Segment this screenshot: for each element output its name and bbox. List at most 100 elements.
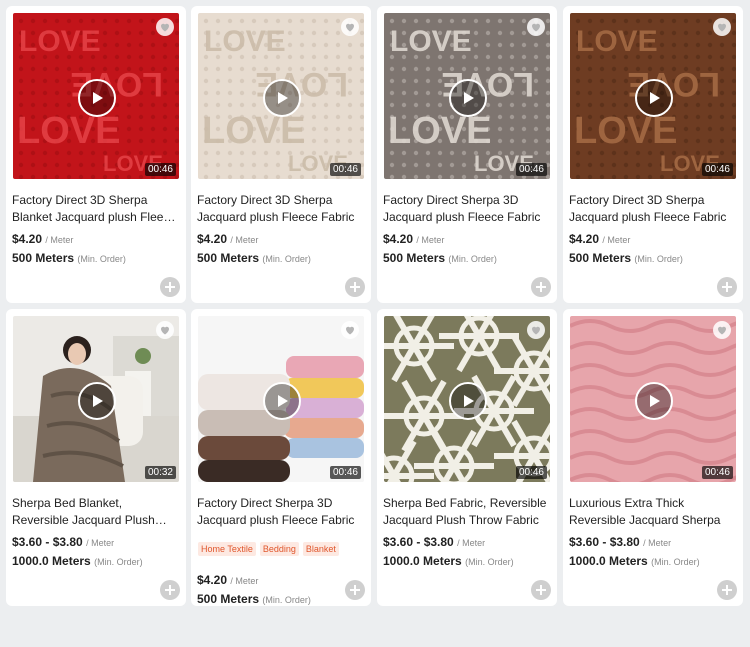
play-icon[interactable] xyxy=(78,382,116,420)
svg-text:LOVE: LOVE xyxy=(19,25,101,58)
moq-value: 1000.0 Meters xyxy=(12,554,91,568)
product-card[interactable]: 00:46 Luxurious Extra Thick Reversible J… xyxy=(563,309,743,606)
moq-unit: (Min. Order) xyxy=(465,557,514,567)
product-grid: LOVE LOVE LOVE LOVE 00:46 Factory Direct… xyxy=(0,0,750,647)
product-price: $4.20 / Meter xyxy=(383,232,444,246)
plus-icon[interactable] xyxy=(345,277,365,297)
heart-icon[interactable] xyxy=(527,18,545,36)
svg-text:LOVE: LOVE xyxy=(576,25,658,58)
product-title[interactable]: Factory Direct Sherpa 3D Jacquard plush … xyxy=(197,495,365,529)
product-title[interactable]: Factory Direct 3D Sherpa Jacquard plush … xyxy=(569,192,737,226)
moq-value: 1000.0 Meters xyxy=(383,554,462,568)
heart-icon[interactable] xyxy=(156,18,174,36)
play-icon[interactable] xyxy=(78,79,116,117)
product-video-thumbnail[interactable]: 00:46 xyxy=(198,316,364,482)
plus-icon[interactable] xyxy=(160,277,180,297)
moq-unit: (Min. Order) xyxy=(262,595,311,605)
play-icon[interactable] xyxy=(449,382,487,420)
product-title[interactable]: Factory Direct Sherpa 3D Jacquard plush … xyxy=(383,192,551,226)
price-unit: / Meter xyxy=(602,235,631,245)
video-duration: 00:46 xyxy=(515,163,547,176)
plus-icon[interactable] xyxy=(345,580,365,600)
product-video-thumbnail[interactable]: 00:46 xyxy=(570,316,736,482)
plus-icon[interactable] xyxy=(531,580,551,600)
minimum-order: 1000.0 Meters (Min. Order) xyxy=(12,554,143,568)
heart-icon[interactable] xyxy=(527,321,545,339)
product-card[interactable]: LOVE LOVE LOVE LOVE 00:46 Factory Direct… xyxy=(6,6,186,303)
price-unit: / Meter xyxy=(45,235,74,245)
product-title[interactable]: Luxurious Extra Thick Reversible Jacquar… xyxy=(569,495,737,529)
svg-text:LOVE: LOVE xyxy=(574,110,677,152)
svg-text:LOVE: LOVE xyxy=(202,110,305,152)
product-card[interactable]: LOVE LOVE LOVE LOVE 00:46 Factory Direct… xyxy=(377,6,557,303)
video-duration: 00:46 xyxy=(515,466,547,479)
plus-icon[interactable] xyxy=(717,580,737,600)
product-title[interactable]: Factory Direct 3D Sherpa Blanket Jacquar… xyxy=(12,192,180,226)
svg-text:LOVE: LOVE xyxy=(204,25,286,58)
play-icon[interactable] xyxy=(263,382,301,420)
play-icon[interactable] xyxy=(635,382,673,420)
moq-value: 500 Meters xyxy=(197,592,260,606)
plus-icon[interactable] xyxy=(531,277,551,297)
product-video-thumbnail[interactable]: LOVE LOVE LOVE LOVE 00:46 xyxy=(198,13,364,179)
moq-value: 500 Meters xyxy=(12,251,75,265)
product-title[interactable]: Sherpa Bed Blanket, Reversible Jacquard … xyxy=(12,495,180,529)
product-price: $4.20 / Meter xyxy=(197,232,258,246)
heart-icon[interactable] xyxy=(156,321,174,339)
category-tag[interactable]: Home Textile xyxy=(198,542,256,556)
price-value: $4.20 xyxy=(569,232,600,246)
product-video-thumbnail[interactable]: LOVE LOVE LOVE LOVE 00:46 xyxy=(13,13,179,179)
moq-unit: (Min. Order) xyxy=(77,254,126,264)
moq-unit: (Min. Order) xyxy=(94,557,143,567)
category-tag[interactable]: Bedding xyxy=(259,542,299,556)
plus-icon[interactable] xyxy=(717,277,737,297)
product-video-thumbnail[interactable]: LOVE LOVE LOVE LOVE 00:46 xyxy=(384,13,550,179)
product-price: $4.20 / Meter xyxy=(12,232,73,246)
product-card[interactable]: LOVE LOVE LOVE LOVE 00:46 Factory Direct… xyxy=(563,6,743,303)
product-price: $3.60 - $3.80 / Meter xyxy=(12,535,114,549)
product-price: $4.20 / Meter xyxy=(569,232,630,246)
svg-text:LOVE: LOVE xyxy=(390,25,472,58)
moq-unit: (Min. Order) xyxy=(262,254,311,264)
product-title[interactable]: Factory Direct 3D Sherpa Jacquard plush … xyxy=(197,192,365,226)
play-icon[interactable] xyxy=(449,79,487,117)
tag-list: Home Textile Bedding Blanket xyxy=(198,542,339,556)
category-tag[interactable]: Blanket xyxy=(302,542,339,556)
video-duration: 00:46 xyxy=(701,163,733,176)
product-video-thumbnail[interactable]: 00:46 xyxy=(384,316,550,482)
price-value: $4.20 xyxy=(197,573,228,587)
product-card[interactable]: 00:46 Factory Direct Sherpa 3D Jacquard … xyxy=(191,309,371,606)
minimum-order: 500 Meters (Min. Order) xyxy=(383,251,497,265)
moq-value: 1000.0 Meters xyxy=(569,554,648,568)
heart-icon[interactable] xyxy=(713,18,731,36)
video-duration: 00:46 xyxy=(144,163,176,176)
svg-text:LOVE: LOVE xyxy=(388,110,491,152)
svg-text:LOVE: LOVE xyxy=(17,110,120,152)
price-value: $3.60 - $3.80 xyxy=(383,535,454,549)
product-title[interactable]: Sherpa Bed Fabric, Reversible Jacquard P… xyxy=(383,495,551,529)
product-card[interactable]: LOVE LOVE LOVE LOVE 00:46 Factory Direct… xyxy=(191,6,371,303)
price-unit: / Meter xyxy=(230,576,259,586)
product-card[interactable]: 00:46 Sherpa Bed Fabric, Reversible Jacq… xyxy=(377,309,557,606)
video-duration: 00:46 xyxy=(701,466,733,479)
product-video-thumbnail[interactable]: LOVE LOVE LOVE LOVE 00:46 xyxy=(570,13,736,179)
product-card[interactable]: 00:32 Sherpa Bed Blanket, Reversible Jac… xyxy=(6,309,186,606)
minimum-order: 500 Meters (Min. Order) xyxy=(569,251,683,265)
minimum-order: 1000.0 Meters (Min. Order) xyxy=(383,554,514,568)
play-icon[interactable] xyxy=(263,79,301,117)
moq-value: 500 Meters xyxy=(569,251,632,265)
price-unit: / Meter xyxy=(86,538,115,548)
moq-value: 500 Meters xyxy=(197,251,260,265)
plus-icon[interactable] xyxy=(160,580,180,600)
video-duration: 00:32 xyxy=(144,466,176,479)
price-value: $4.20 xyxy=(383,232,414,246)
price-value: $3.60 - $3.80 xyxy=(569,535,640,549)
play-icon[interactable] xyxy=(635,79,673,117)
heart-icon[interactable] xyxy=(341,321,359,339)
product-video-thumbnail[interactable]: 00:32 xyxy=(13,316,179,482)
moq-value: 500 Meters xyxy=(383,251,446,265)
heart-icon[interactable] xyxy=(341,18,359,36)
moq-unit: (Min. Order) xyxy=(651,557,700,567)
heart-icon[interactable] xyxy=(713,321,731,339)
price-unit: / Meter xyxy=(416,235,445,245)
